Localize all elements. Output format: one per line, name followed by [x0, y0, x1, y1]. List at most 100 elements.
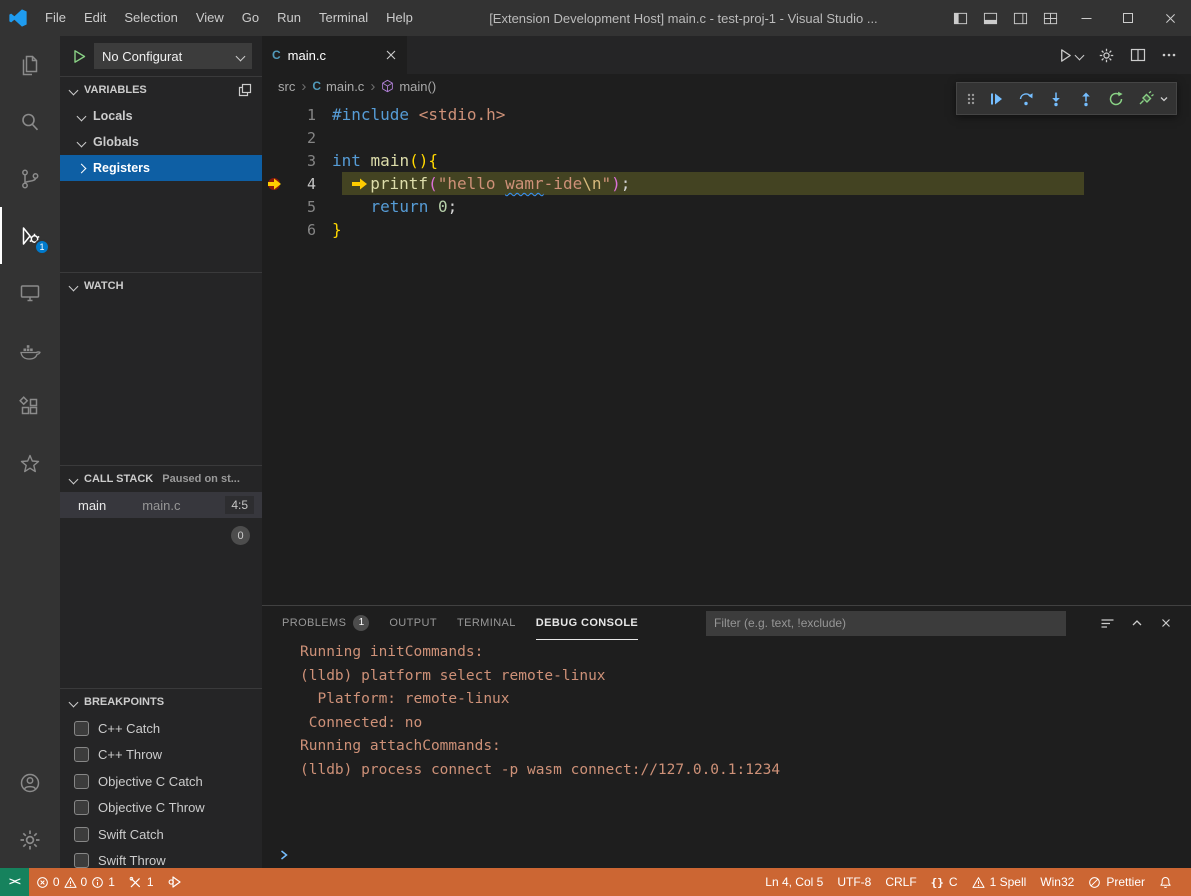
breadcrumb-main-c[interactable]: C main.c: [312, 79, 364, 94]
tools-status[interactable]: 1: [122, 868, 161, 896]
toggle-panel-icon[interactable]: [975, 0, 1005, 36]
lines-icon[interactable]: [1100, 616, 1115, 631]
menu-view[interactable]: View: [187, 0, 233, 36]
drag-handle-icon[interactable]: [964, 86, 978, 111]
code-line[interactable]: 3int main(){: [262, 149, 1191, 172]
gear-icon[interactable]: [1098, 47, 1115, 64]
close-tab-icon[interactable]: [385, 49, 397, 61]
split-editor-icon[interactable]: [1130, 47, 1146, 63]
breakpoint-checkbox[interactable]: [74, 747, 89, 762]
stack-frame-row[interactable]: main main.c 4:5: [60, 492, 262, 518]
eol-indicator[interactable]: CRLF: [878, 868, 923, 896]
menu-help[interactable]: Help: [377, 0, 422, 36]
search-icon[interactable]: [0, 93, 60, 150]
breakpoint-checkbox[interactable]: [74, 853, 89, 868]
maximize-panel-icon[interactable]: [1130, 616, 1144, 630]
breakpoint-item[interactable]: Objective C Throw: [60, 795, 262, 822]
settings-gear-icon[interactable]: [0, 811, 60, 868]
close-button[interactable]: [1149, 0, 1191, 36]
platform-indicator[interactable]: Win32: [1033, 868, 1081, 896]
tab-main-c[interactable]: C main.c: [262, 36, 407, 74]
customize-layout-icon[interactable]: [1035, 0, 1065, 36]
restart-button[interactable]: [1103, 86, 1128, 111]
breakpoint-checkbox[interactable]: [74, 774, 89, 789]
symbol-cube-icon: [381, 79, 394, 93]
variables-section-header[interactable]: VARIABLES: [60, 77, 262, 103]
breakpoints-section-header[interactable]: BREAKPOINTS: [60, 689, 262, 715]
breakpoint-item[interactable]: Swift Throw: [60, 848, 262, 869]
account-icon[interactable]: [0, 754, 60, 811]
code-editor[interactable]: 1#include <stdio.h>23int main(){4 printf…: [262, 98, 1191, 605]
menu-edit[interactable]: Edit: [75, 0, 115, 36]
more-actions-icon[interactable]: [1161, 47, 1177, 63]
step-over-button[interactable]: [1013, 86, 1038, 111]
maximize-button[interactable]: [1107, 0, 1149, 36]
breakpoint-item[interactable]: C++ Throw: [60, 742, 262, 769]
section-action-icon[interactable]: [238, 83, 252, 97]
language-mode[interactable]: {} C: [924, 868, 965, 896]
panel-tab-debug-console[interactable]: DEBUG CONSOLE: [536, 606, 638, 640]
run-and-debug-icon[interactable]: 1: [0, 207, 60, 264]
close-panel-icon[interactable]: [1159, 616, 1173, 630]
explorer-icon[interactable]: [0, 36, 60, 93]
formatter-status[interactable]: Prettier: [1081, 868, 1152, 896]
notifications-bell[interactable]: [1152, 868, 1179, 896]
cursor-position[interactable]: Ln 4, Col 5: [758, 868, 830, 896]
code-line[interactable]: 2: [262, 126, 1191, 149]
docker-icon[interactable]: [0, 321, 60, 378]
minimize-button[interactable]: [1065, 0, 1107, 36]
breakpoint-item[interactable]: Objective C Catch: [60, 768, 262, 795]
menu-selection[interactable]: Selection: [115, 0, 186, 36]
toggle-secondary-sidebar-icon[interactable]: [1005, 0, 1035, 36]
breadcrumb-src[interactable]: src: [278, 79, 295, 94]
chevron-down-icon[interactable]: [1159, 95, 1169, 103]
remote-indicator[interactable]: ><: [0, 868, 29, 896]
panel-tab-problems[interactable]: PROBLEMS1: [282, 606, 369, 640]
panel-tab-terminal[interactable]: TERMINAL: [457, 606, 516, 640]
step-into-button[interactable]: [1043, 86, 1068, 111]
code-line-content[interactable]: printf("hello wamr-ide\n");: [332, 174, 630, 193]
code-line[interactable]: 4 printf("hello wamr-ide\n");: [262, 172, 1191, 195]
start-debug-icon[interactable]: [72, 49, 87, 64]
code-area: 1#include <stdio.h>23int main(){4 printf…: [262, 98, 1191, 241]
step-out-button[interactable]: [1073, 86, 1098, 111]
console-filter-input[interactable]: [706, 611, 1066, 636]
breakpoint-checkbox[interactable]: [74, 800, 89, 815]
watch-section-header[interactable]: WATCH: [60, 273, 262, 299]
breakpoint-item[interactable]: Swift Catch: [60, 821, 262, 848]
continue-button[interactable]: [983, 86, 1008, 111]
code-line[interactable]: 6}: [262, 218, 1191, 241]
menu-go[interactable]: Go: [233, 0, 268, 36]
spell-checker-status[interactable]: 1 Spell: [965, 868, 1034, 896]
menu-run[interactable]: Run: [268, 0, 310, 36]
variables-group-globals[interactable]: Globals: [60, 129, 262, 155]
code-line[interactable]: 5 return 0;: [262, 195, 1191, 218]
breakpoint-checkbox[interactable]: [74, 721, 89, 736]
source-control-icon[interactable]: [0, 150, 60, 207]
panel-tab-output[interactable]: OUTPUT: [389, 606, 437, 640]
menu-file[interactable]: File: [36, 0, 75, 36]
problems-status[interactable]: 0 0 1: [29, 868, 122, 896]
call-stack-section-header[interactable]: CALL STACK Paused on st...: [60, 466, 262, 492]
breakpoint-item[interactable]: C++ Catch: [60, 715, 262, 742]
debug-status[interactable]: [161, 868, 189, 896]
remote-explorer-icon[interactable]: [0, 264, 60, 321]
disconnect-button[interactable]: [1133, 86, 1158, 111]
code-line-content[interactable]: return 0;: [332, 197, 457, 216]
code-line-content[interactable]: #include <stdio.h>: [332, 105, 505, 124]
debug-configuration-dropdown[interactable]: No Configurat: [94, 43, 252, 69]
star-extension-icon[interactable]: [0, 435, 60, 492]
breakpoint-current-line-icon[interactable]: [262, 176, 288, 192]
encoding-indicator[interactable]: UTF-8: [830, 868, 878, 896]
breadcrumb-main-symbol[interactable]: main(): [381, 79, 436, 94]
variables-group-locals[interactable]: Locals: [60, 103, 262, 129]
breakpoint-checkbox[interactable]: [74, 827, 89, 842]
extensions-icon[interactable]: [0, 378, 60, 435]
console-input-row[interactable]: [262, 842, 1191, 868]
code-line-content[interactable]: int main(){: [332, 151, 438, 170]
menu-terminal[interactable]: Terminal: [310, 0, 377, 36]
code-line-content[interactable]: }: [332, 220, 342, 239]
run-or-debug-icon[interactable]: [1058, 48, 1083, 63]
toggle-sidebar-icon[interactable]: [945, 0, 975, 36]
variables-group-registers[interactable]: Registers: [60, 155, 262, 181]
